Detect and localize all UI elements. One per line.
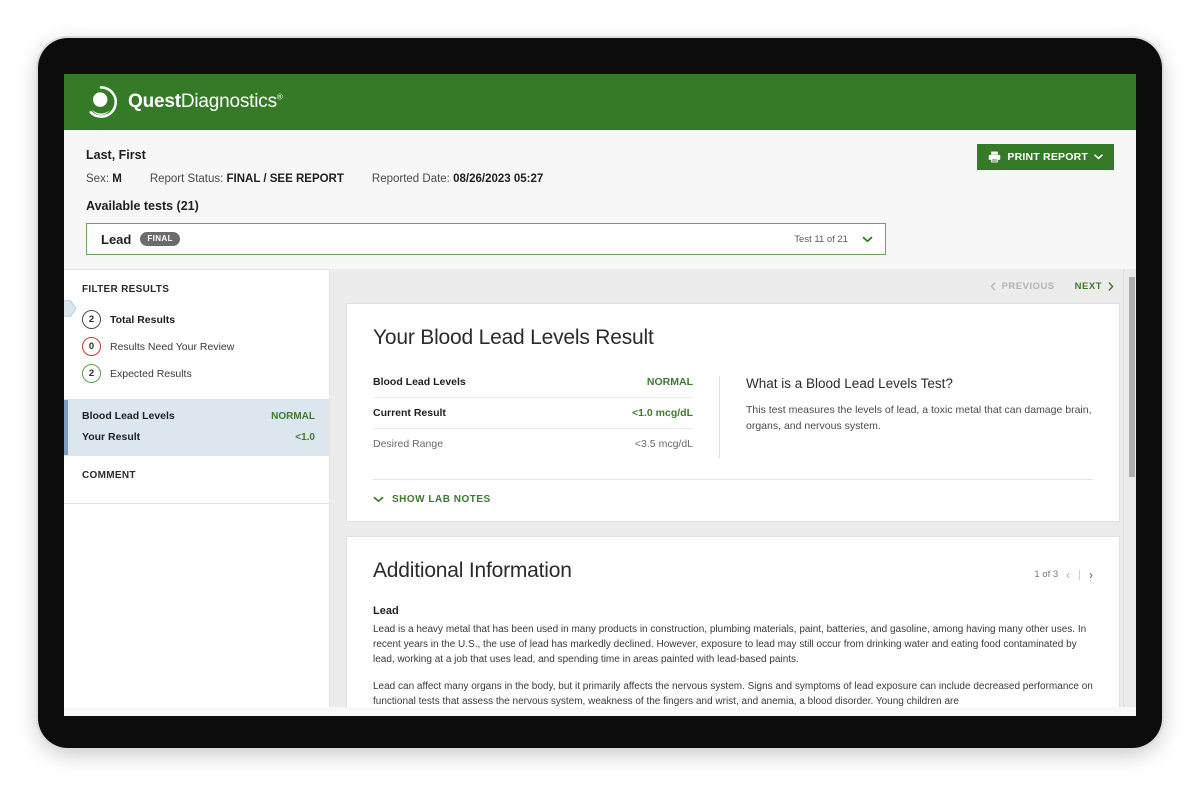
page-title: Your Blood Lead Levels Result [373,326,654,349]
sex-label: Sex: [86,173,110,185]
show-lab-notes-toggle[interactable]: SHOW LAB NOTES [373,479,1093,505]
filter-results-panel: FILTER RESULTS 2 Total Results 0 Results… [64,270,329,400]
filter-item-expected-results[interactable]: 2 Expected Results [64,360,329,387]
additional-information-header: Additional Information 1 of 3 ‹ | › [373,559,1093,583]
result-values-table: Blood Lead Levels NORMAL Current Result … [373,376,719,459]
filter-item-total-results[interactable]: 2 Total Results [64,306,329,333]
chevron-down-icon [373,496,384,503]
chevron-down-icon [862,236,873,242]
needs-review-count-badge: 0 [82,337,101,356]
filter-item-label: Expected Results [110,367,192,380]
chevron-right-icon [1108,281,1114,291]
sidebar-result-status: NORMAL [271,411,315,422]
filter-item-label: Results Need Your Review [110,340,235,353]
quest-logo[interactable]: QuestDiagnostics® [84,85,283,119]
filter-item-needs-review[interactable]: 0 Results Need Your Review [64,333,329,360]
main-content-column: PREVIOUS NEXT Your Blood Lead Levels Res… [330,269,1136,707]
pager-next-button[interactable]: › [1089,569,1093,581]
result-row-value: NORMAL [646,376,693,388]
selected-test-name: Lead [101,231,132,247]
brand-name-light: Diagnostics [180,91,277,112]
sidebar-result-test-row: Blood Lead Levels NORMAL [82,410,315,422]
additional-information-subheading: Lead [373,605,399,617]
pager-previous-button[interactable]: ‹ [1066,569,1070,581]
print-report-button[interactable]: PRINT REPORT [977,144,1114,170]
additional-information-title: Additional Information [373,559,572,582]
test-explainer-panel: What is a Blood Lead Levels Test? This t… [719,376,1093,459]
comment-title: COMMENT [82,470,136,481]
total-results-count-badge: 2 [82,310,101,329]
previous-result-button[interactable]: PREVIOUS [990,281,1055,292]
content-body: FILTER RESULTS 2 Total Results 0 Results… [64,269,1136,707]
expected-results-count-badge: 2 [82,364,101,383]
result-pager-nav: PREVIOUS NEXT [346,269,1120,303]
result-detail-split: Blood Lead Levels NORMAL Current Result … [373,376,1093,459]
selection-pointer-icon [64,300,76,317]
test-explainer-heading: What is a Blood Lead Levels Test? [746,376,953,391]
sidebar-result-item-blood-lead-levels[interactable]: Blood Lead Levels NORMAL Your Result <1.… [64,400,329,455]
show-lab-notes-label: SHOW LAB NOTES [392,494,491,505]
test-selector[interactable]: Lead FINAL Test 11 of 21 [86,223,886,255]
report-status-label: Report Status: [149,173,224,185]
test-counter: Test 11 of 21 [794,233,848,245]
test-explainer-body: This test measures the levels of lead, a… [746,404,1092,432]
reported-date-value: 08/26/2023 05:27 [453,173,544,185]
reported-date-field: Reported Date: 08/26/2023 05:27 [372,173,543,185]
report-status-field: Report Status: FINAL / SEE REPORT [150,173,344,185]
result-row-value: <1.0 mcg/dL [632,407,693,419]
table-row: Current Result <1.0 mcg/dL [373,398,693,429]
additional-information-pager: 1 of 3 ‹ | › [1034,569,1093,581]
results-sidebar: FILTER RESULTS 2 Total Results 0 Results… [64,269,330,707]
reported-date-label: Reported Date: [371,173,450,185]
brand-wordmark: QuestDiagnostics® [128,91,283,113]
next-result-button[interactable]: NEXT [1075,281,1114,292]
tablet-device-frame: QuestDiagnostics® Last, First Sex: M Rep… [38,38,1162,748]
registered-mark: ® [276,92,283,102]
available-tests-heading: Available tests (21) [86,199,199,213]
chevron-down-icon [1094,154,1103,160]
sex-value: M [112,173,122,185]
quest-swoosh-icon [89,86,117,118]
result-row-key: Blood Lead Levels [373,376,466,388]
content-scrollbar[interactable] [1123,269,1136,707]
next-result-label: NEXT [1074,280,1102,292]
printer-icon [989,151,1001,163]
additional-information-paragraph: Lead is a heavy metal that has been used… [373,624,1087,666]
additional-information-card: Additional Information 1 of 3 ‹ | › Lead… [346,536,1120,707]
sidebar-result-value-row: Your Result <1.0 [82,431,315,443]
pager-text: 1 of 3 [1034,569,1059,580]
table-row: Blood Lead Levels NORMAL [373,376,693,398]
sex-field: Sex: M [86,173,122,185]
brand-name-bold: Quest [128,91,181,112]
patient-name: Last, First [86,148,146,162]
table-row: Desired Range <3.5 mcg/dL [373,429,693,459]
sidebar-comment-section[interactable]: COMMENT [64,455,329,504]
chevron-left-icon [990,281,995,291]
result-row-value: <3.5 mcg/dL [634,438,693,450]
sidebar-result-label: Your Result [82,431,141,443]
sidebar-result-value: <1.0 [295,432,315,443]
scrollbar-thumb[interactable] [1129,277,1135,477]
report-status-value: FINAL / SEE REPORT [226,173,344,185]
test-status-badge: FINAL [140,232,180,246]
sidebar-result-test-name: Blood Lead Levels [82,410,175,422]
print-report-label: PRINT REPORT [1007,151,1088,163]
patient-meta-row: Sex: M Report Status: FINAL / SEE REPORT… [86,173,1114,185]
result-row-key: Desired Range [373,438,444,450]
result-row-key: Current Result [373,407,446,419]
blood-lead-levels-result-card: Your Blood Lead Levels Result Blood Lead… [346,303,1120,522]
brand-header: QuestDiagnostics® [64,74,1136,130]
filter-results-title: FILTER RESULTS [82,284,170,295]
pager-divider: | [1078,568,1081,581]
filter-item-label: Total Results [110,313,176,326]
tablet-screen: QuestDiagnostics® Last, First Sex: M Rep… [64,74,1136,716]
additional-information-paragraph: Lead can affect many organs in the body,… [373,680,1093,707]
patient-info-band: Last, First Sex: M Report Status: FINAL … [64,130,1136,269]
previous-result-label: PREVIOUS [1001,280,1055,292]
